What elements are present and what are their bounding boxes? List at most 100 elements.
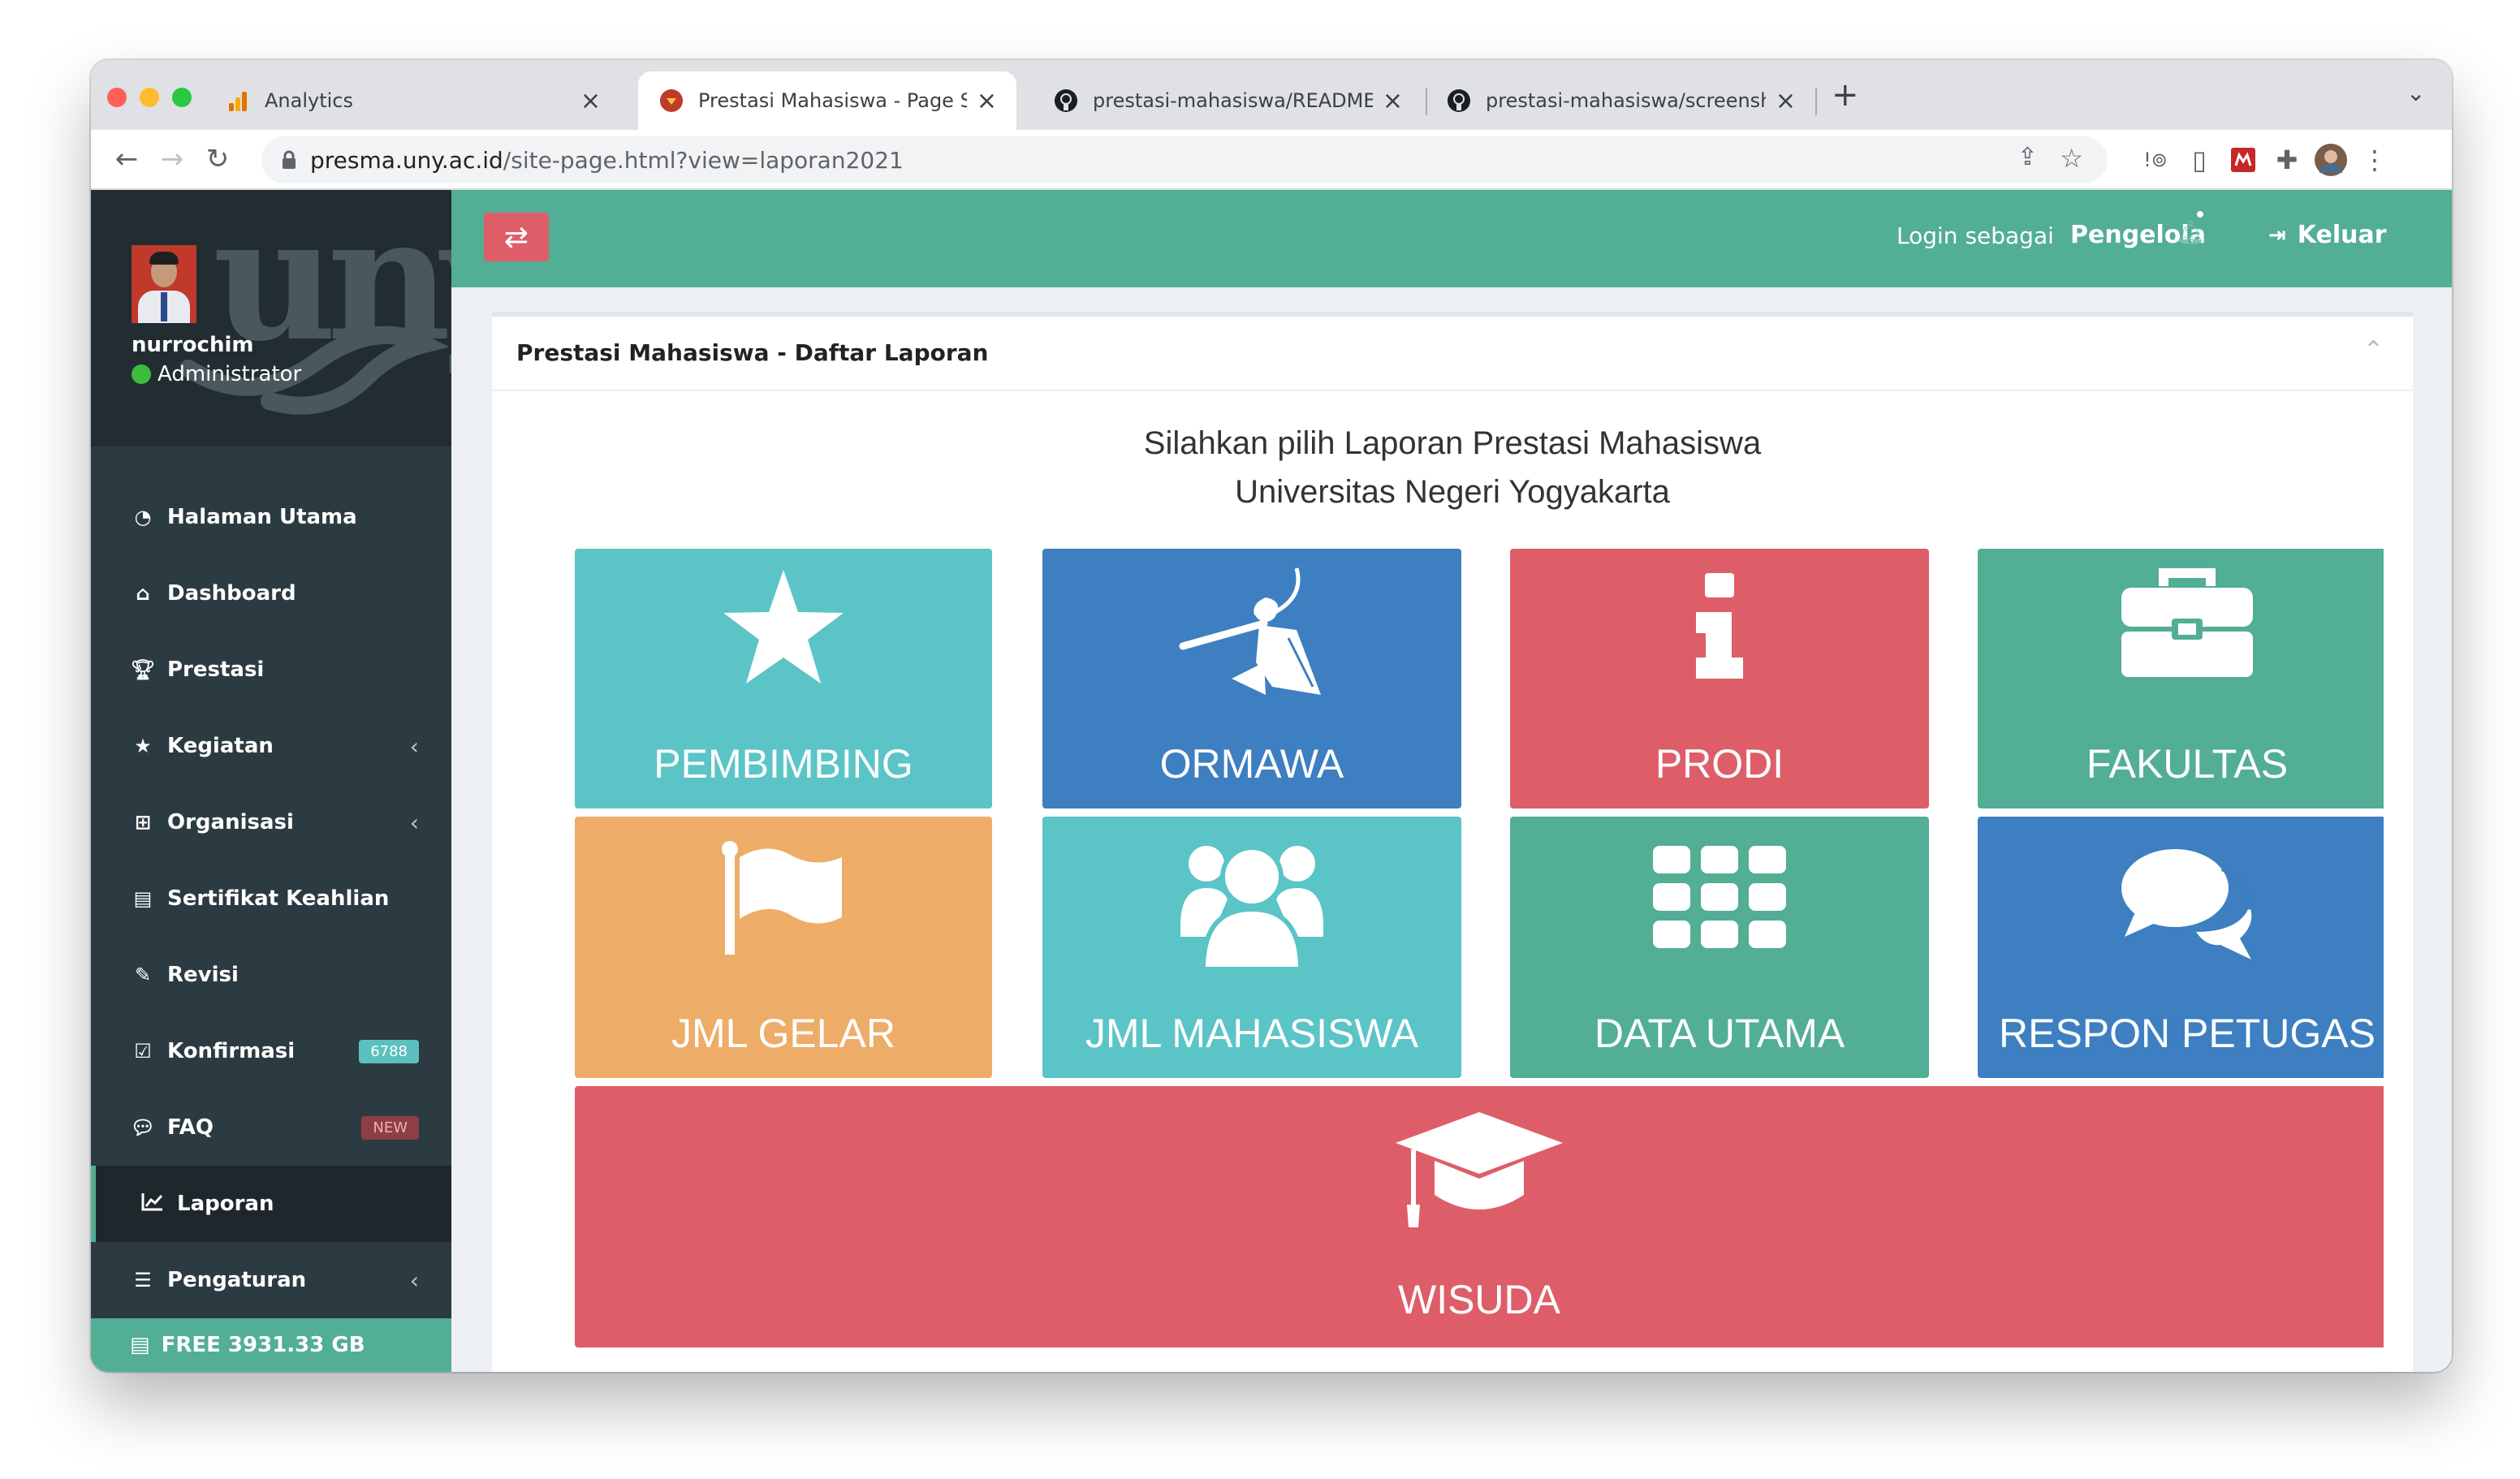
- sidebar-item-prestasi[interactable]: 🏆︎ Prestasi: [91, 632, 451, 708]
- new-tab-button[interactable]: +: [1832, 76, 1859, 114]
- panel-title: Prestasi Mahasiswa - Daftar Laporan: [516, 339, 989, 366]
- trophy-icon: 🏆︎: [130, 658, 156, 681]
- close-tab-icon[interactable]: ×: [580, 87, 601, 115]
- tile-label: ORMAWA: [1159, 741, 1344, 787]
- sidebar-item-konfirmasi[interactable]: ☑ Konfirmasi 6788: [91, 1013, 451, 1089]
- sidebar-item-halaman-utama[interactable]: ◔ Halaman Utama: [91, 479, 451, 555]
- logout-label: Keluar: [2297, 221, 2387, 249]
- grid-icon: [1510, 846, 1929, 948]
- back-button[interactable]: ←: [106, 138, 148, 180]
- sidebar-item-sertifikat-keahlian[interactable]: ▤ Sertifikat Keahlian: [91, 860, 451, 937]
- close-tab-icon[interactable]: ×: [1776, 87, 1796, 115]
- tile-respon-petugas[interactable]: RESPON PETUGAS: [1978, 817, 2384, 1078]
- web-page: uny nurrochim Administrator ◔ Halaman Ut…: [91, 190, 2452, 1372]
- close-tab-icon[interactable]: ×: [1383, 87, 1403, 115]
- check-square-icon: ☑: [134, 1040, 152, 1063]
- address-bar[interactable]: presma.uny.ac.id /site-page.html?view=la…: [261, 136, 2108, 183]
- heading-line-1: Silahkan pilih Laporan Prestasi Mahasisw…: [1143, 425, 1762, 461]
- login-as-label: Login sebagai: [1896, 222, 2054, 249]
- chevron-left-icon: ‹: [409, 1266, 419, 1294]
- tile-prodi[interactable]: PRODI: [1510, 549, 1929, 808]
- tile-jml-mahasiswa[interactable]: JML MAHASISWA: [1042, 817, 1461, 1078]
- tile-data-utama[interactable]: DATA UTAMA: [1510, 817, 1929, 1078]
- profile-avatar[interactable]: [2312, 141, 2350, 179]
- sidebar-menu: ◔ Halaman Utama ⌂ Dashboard 🏆︎ Prestasi …: [91, 479, 451, 1318]
- close-tab-icon[interactable]: ×: [977, 87, 997, 115]
- browser-menu-icon[interactable]: ⋮: [2356, 141, 2393, 179]
- user-role: Administrator: [132, 362, 301, 386]
- sitemap-icon: ⊞: [134, 811, 152, 834]
- sidebar-item-label: FAQ: [167, 1115, 214, 1140]
- bell-icon[interactable]: 🔔︎: [2176, 219, 2205, 246]
- new-badge: NEW: [361, 1115, 419, 1140]
- sidebar-toggle-button[interactable]: ⇄: [484, 213, 549, 261]
- sidebar-item-kegiatan[interactable]: ★ Kegiatan ‹: [91, 708, 451, 784]
- tile-label: RESPON PETUGAS: [1999, 1011, 2375, 1056]
- share-icon[interactable]: ⇪: [2017, 143, 2038, 171]
- sidebar-item-dashboard[interactable]: ⌂ Dashboard: [91, 555, 451, 632]
- tile-wisuda[interactable]: WISUDA: [575, 1086, 2384, 1347]
- report-heading: Silahkan pilih Laporan Prestasi Mahasisw…: [492, 419, 2413, 516]
- tab-title: prestasi-mahasiswa/README.m: [1093, 89, 1373, 112]
- line-chart-icon: [140, 1192, 166, 1216]
- sidebar-item-label: Laporan: [177, 1192, 274, 1216]
- users-icon: [1042, 831, 1461, 969]
- bookmark-star-icon[interactable]: ☆: [2060, 143, 2083, 174]
- user-role-label: Administrator: [158, 362, 302, 386]
- tile-fakultas[interactable]: FAKULTAS: [1978, 549, 2384, 808]
- sidebar-item-faq[interactable]: 💬︎ FAQ NEW: [91, 1089, 451, 1166]
- chevron-left-icon: ‹: [409, 732, 419, 760]
- tab-prestasi[interactable]: Prestasi Mahasiswa - Page Site ×: [638, 71, 1016, 130]
- sidebar-item-organisasi[interactable]: ⊞ Organisasi ‹: [91, 784, 451, 860]
- logout-button[interactable]: ⇥ Keluar: [2268, 221, 2387, 249]
- sidebar-item-label: Prestasi: [167, 658, 265, 682]
- close-window-button[interactable]: [107, 88, 127, 107]
- url-path: /site-page.html?view=laporan2021: [503, 146, 904, 174]
- tab-title: Analytics: [265, 89, 353, 112]
- tile-ormawa[interactable]: ORMAWA: [1042, 549, 1461, 808]
- tab-readme[interactable]: prestasi-mahasiswa/README.m ×: [1033, 71, 1422, 130]
- tab-search-chevron-icon[interactable]: ⌄: [2406, 80, 2425, 106]
- mascot-icon: [1042, 565, 1461, 703]
- sidebar-item-revisi[interactable]: ✎ Revisi: [91, 937, 451, 1013]
- list-alt-icon: ☰: [134, 1269, 152, 1291]
- sidebar-item-label: Kegiatan: [167, 734, 274, 758]
- user-name: nurrochim: [132, 333, 254, 357]
- tile-label: WISUDA: [1398, 1277, 1560, 1322]
- extension-translate-icon[interactable]: !⊚: [2137, 141, 2174, 179]
- tab-screenshot[interactable]: prestasi-mahasiswa/screensho ×: [1426, 71, 1815, 130]
- collapse-chevron-icon[interactable]: ⌃: [2363, 336, 2384, 364]
- star-icon: ★: [134, 735, 152, 757]
- panel-header: Prestasi Mahasiswa - Daftar Laporan ⌃: [492, 317, 2413, 391]
- tile-label: JML GELAR: [671, 1011, 895, 1056]
- extension-device-icon[interactable]: ▯: [2181, 141, 2218, 179]
- tile-label: JML MAHASISWA: [1085, 1011, 1419, 1056]
- sidebar-item-pengaturan[interactable]: ☰ Pengaturan ‹: [91, 1242, 451, 1318]
- edit-icon: ✎: [134, 964, 152, 986]
- minimize-window-button[interactable]: [140, 88, 159, 107]
- url-host: presma.uny.ac.id: [310, 146, 503, 174]
- sidebar-item-label: Organisasi: [167, 810, 294, 834]
- extensions-puzzle-icon[interactable]: ✚: [2268, 141, 2306, 179]
- user-panel: uny nurrochim Administrator: [91, 190, 451, 446]
- zoom-window-button[interactable]: [172, 88, 192, 107]
- tab-analytics[interactable]: Analytics ×: [205, 71, 620, 130]
- server-icon: ▤: [130, 1333, 150, 1357]
- forward-button[interactable]: →: [151, 138, 193, 180]
- tile-pembimbing[interactable]: PEMBIMBING: [575, 549, 992, 808]
- tile-jml-gelar[interactable]: JML GELAR: [575, 817, 992, 1078]
- flag-icon: [575, 841, 992, 955]
- extension-red-icon[interactable]: [2224, 141, 2262, 179]
- tile-label: PEMBIMBING: [654, 741, 913, 787]
- comments-icon: [1984, 846, 2390, 959]
- online-status-icon: [132, 364, 151, 384]
- top-header: ⇄ Login sebagai Pengelola 🔔︎ ⇥ Keluar: [451, 190, 2452, 287]
- tab-separator: [1815, 88, 1817, 115]
- github-icon: [1052, 87, 1080, 114]
- lock-icon: [281, 150, 297, 170]
- reload-button[interactable]: ↻: [196, 138, 239, 180]
- dashboard-gauge-icon: ◔: [134, 506, 152, 528]
- tab-title: prestasi-mahasiswa/screensho: [1486, 89, 1766, 112]
- sidebar-item-laporan[interactable]: Laporan: [91, 1166, 451, 1242]
- tile-label: PRODI: [1655, 741, 1784, 787]
